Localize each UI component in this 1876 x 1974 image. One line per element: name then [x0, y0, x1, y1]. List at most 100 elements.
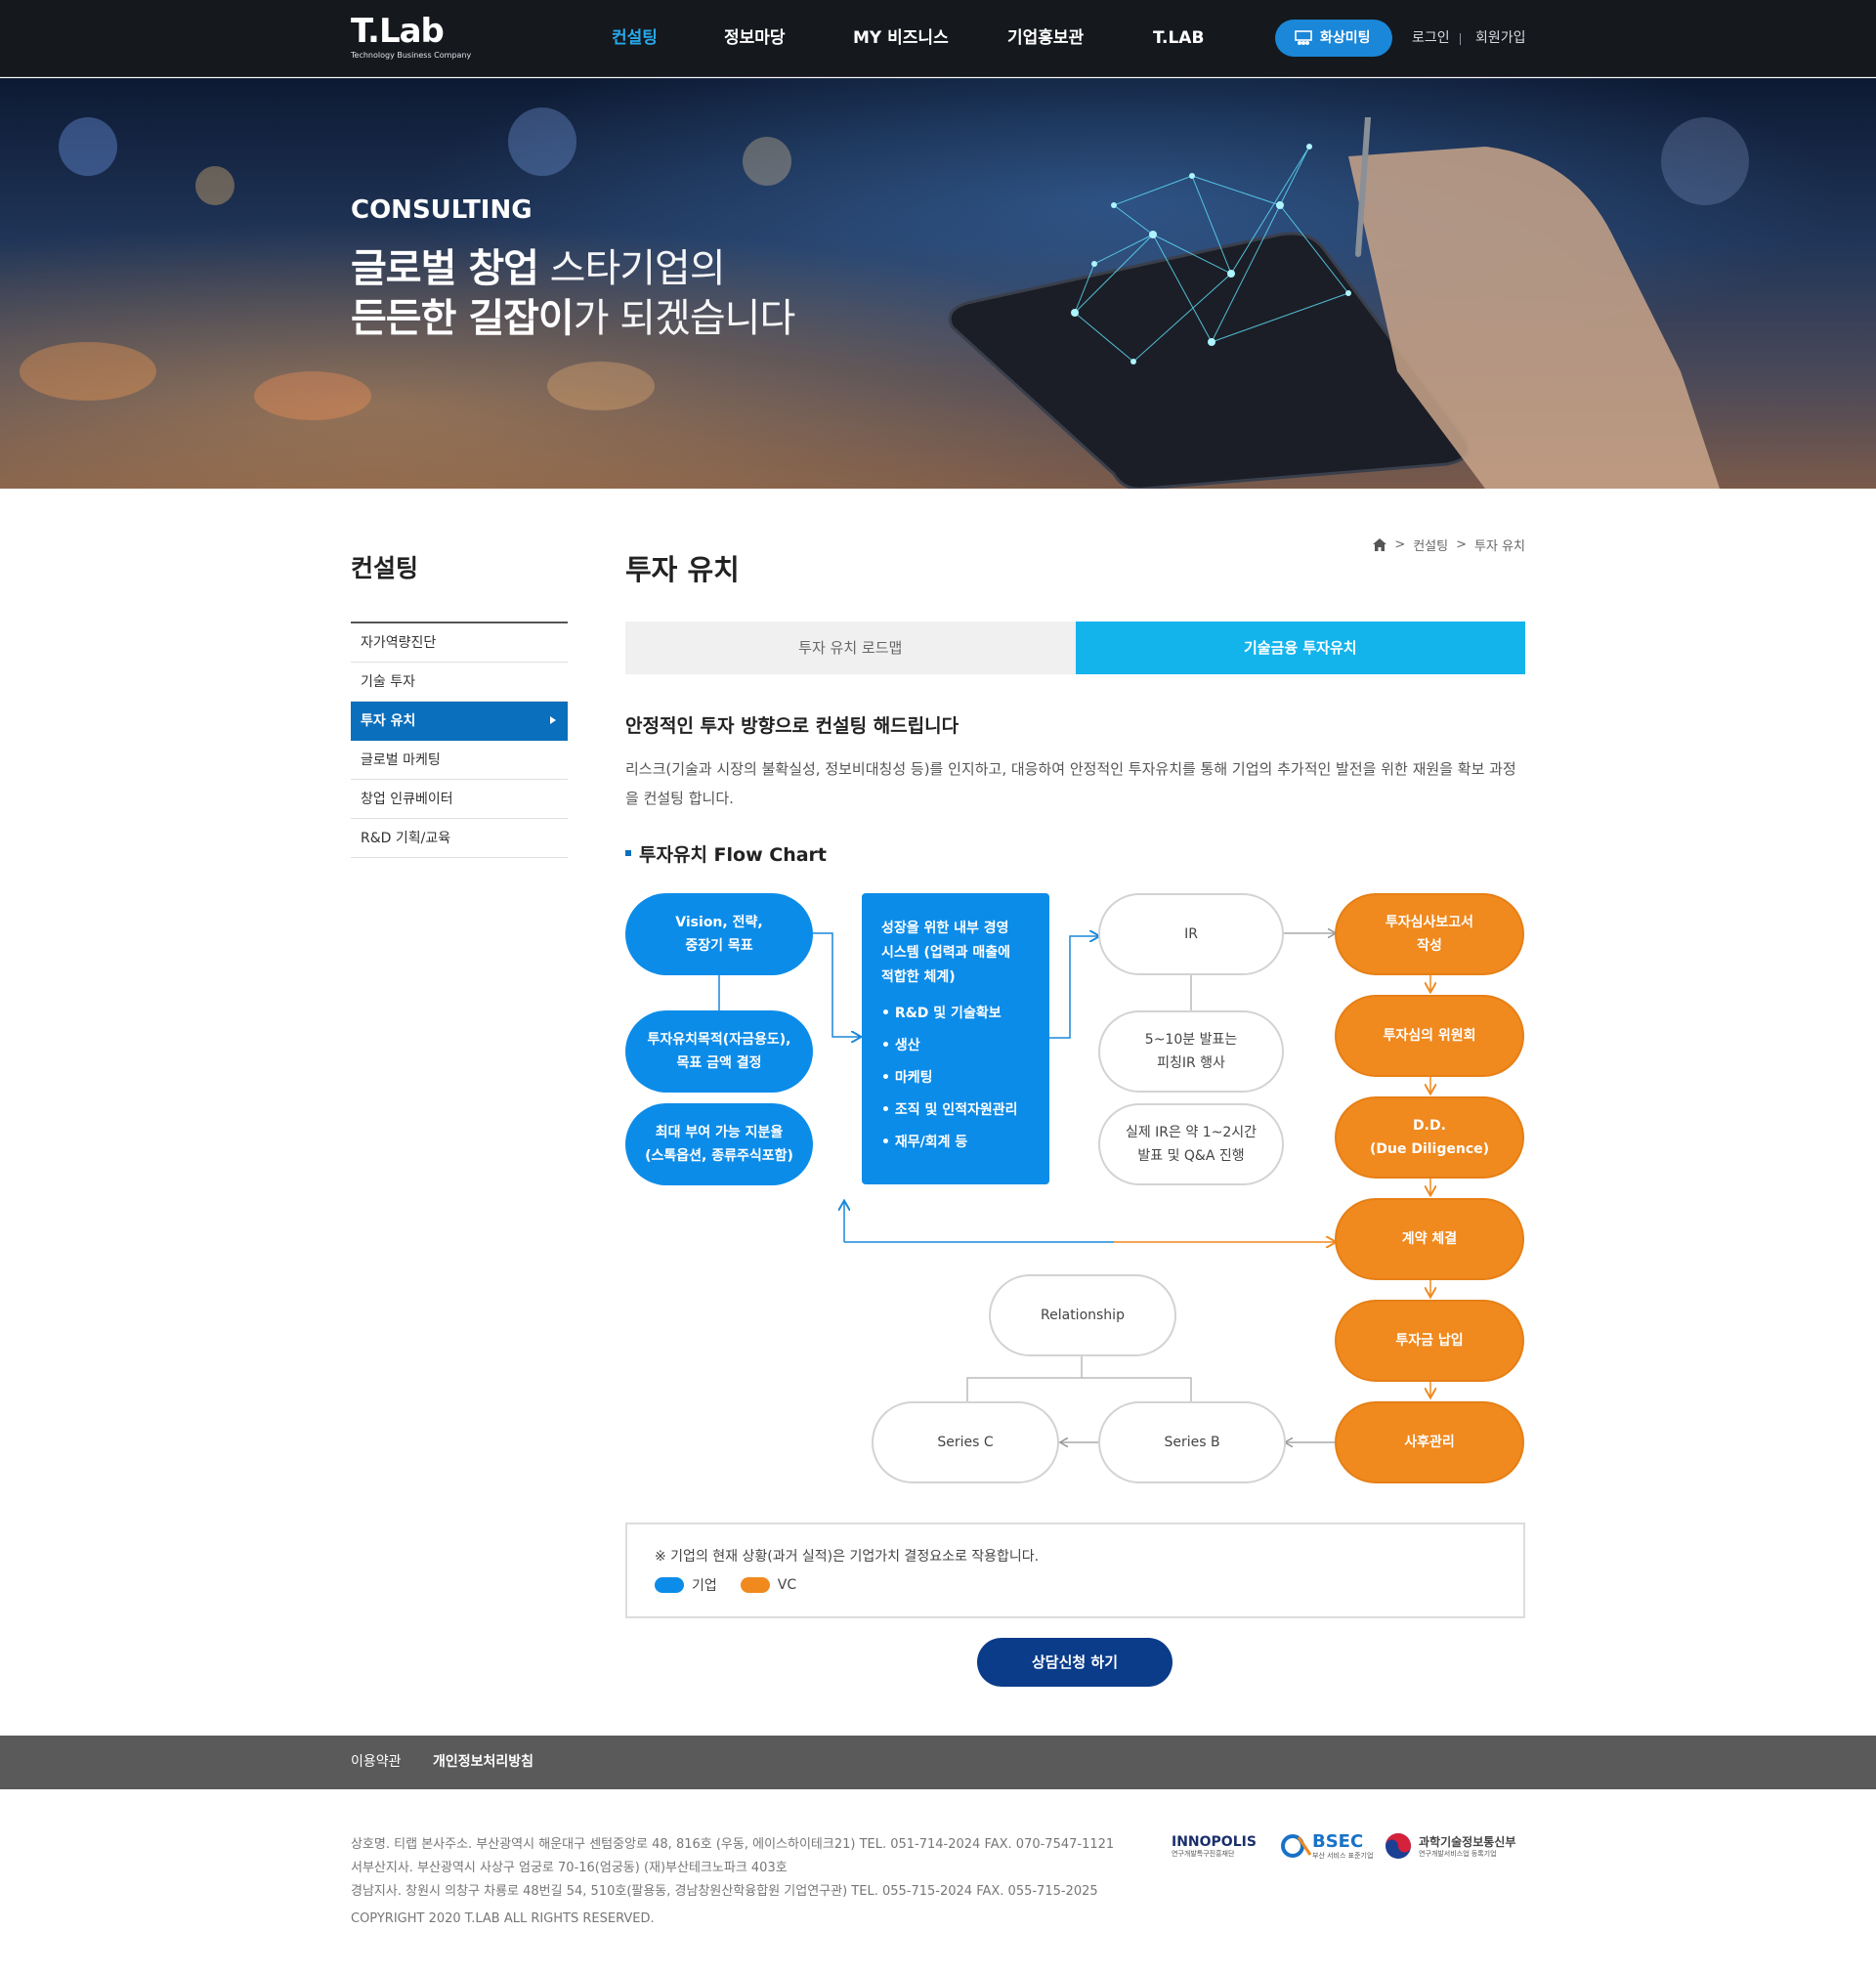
node-due-diligence: D.D. (Due Diligence): [1335, 1096, 1524, 1179]
hero-headline-1: 글로벌 창업 스타기업의: [351, 236, 726, 293]
bokeh-light: [59, 117, 117, 176]
video-meeting-label: 화상미팅: [1320, 30, 1371, 46]
node-max-share: 최대 부여 가능 지분율 (스톡옵션, 종류주식포함): [625, 1103, 813, 1185]
legend-vc-swatch: [740, 1577, 770, 1593]
node-management-system: 성장을 위한 내부 경영 시스템 (업력과 매출에 적합한 체계) • R&D …: [862, 893, 1049, 1184]
bsec-logo-text: BSEC: [1312, 1831, 1364, 1852]
node-text: 적합한 체계): [881, 969, 956, 985]
logo-text: T.Lab: [351, 12, 445, 51]
bullet-item: • 재무/회계 등: [881, 1135, 968, 1150]
node-text: 작성: [1417, 938, 1442, 954]
site-header: T.Lab Technology Business Company 컨설팅 정보…: [0, 0, 1876, 77]
bokeh-light: [547, 362, 655, 410]
node-after-care: 사후관리: [1335, 1401, 1524, 1483]
bullet-item: • 마케팅: [881, 1070, 933, 1086]
hero-headline-1-light: 스타기업의: [537, 246, 726, 291]
footer-copyright: COPYRIGHT 2020 T.LAB ALL RIGHTS RESERVED…: [351, 1911, 655, 1926]
bsec-logo[interactable]: BSEC 부산 서비스 표준기업: [1281, 1829, 1373, 1863]
node-text: D.D.: [1413, 1118, 1446, 1134]
sidebar-menu: 자가역량진단 기술 투자 투자 유치 글로벌 마케팅 창업 인큐베이터 R&D …: [351, 622, 568, 858]
breadcrumb-separator: >: [1456, 537, 1468, 552]
footer-gyeongnam-info: 경남지사. 창원시 의창구 차룡로 48번길 54, 510호(팔용동, 경남창…: [351, 1884, 1098, 1899]
login-link[interactable]: 로그인: [1412, 0, 1450, 77]
nav-consulting[interactable]: 컨설팅: [612, 0, 658, 77]
node-pitching-ir: 5~10분 발표는 피칭IR 행사: [1098, 1010, 1284, 1093]
page-title: 투자 유치: [625, 553, 740, 586]
innopolis-logo[interactable]: INNOPOLIS 연구개발특구진흥재단: [1172, 1829, 1257, 1863]
legend-box: ※ 기업의 현재 상황(과거 실적)은 기업가치 결정요소로 작용합니다. 기업…: [625, 1523, 1525, 1618]
node-relationship: Relationship: [989, 1274, 1176, 1356]
node-text: 실제 IR은 약 1~2시간: [1125, 1125, 1258, 1140]
footer-west-busan-info: 서부산지사. 부산광역시 사상구 엄궁로 70-16(엄궁동) (재)부산테크노…: [351, 1861, 788, 1875]
footer-hq-info: 상호명. 티랩 본사주소. 부산광역시 해운대구 센텀중앙로 48, 816호 …: [351, 1837, 1115, 1852]
video-meeting-button[interactable]: 화상미팅: [1275, 20, 1392, 57]
node-text: 투자심사보고서: [1385, 915, 1474, 930]
node-investment-purpose: 투자유치목적(자금용도), 목표 금액 결정: [625, 1010, 813, 1093]
bokeh-light: [195, 166, 234, 205]
legend-note: ※ 기업의 현재 상황(과거 실적)은 기업가치 결정요소로 작용합니다.: [655, 1549, 1040, 1565]
apply-consultation-button[interactable]: 상담신청 하기: [977, 1638, 1172, 1687]
node-real-ir: 실제 IR은 약 1~2시간발표 및 Q&A 진행: [1098, 1103, 1284, 1185]
node-vision: Vision, 전략, 중장기 목표: [625, 893, 813, 975]
util-divider: [1460, 33, 1461, 45]
bokeh-light: [743, 137, 791, 186]
legend-company-swatch: [655, 1577, 684, 1593]
node-text: 발표 및 Q&A 진행: [1137, 1148, 1245, 1164]
bullet-item: • 조직 및 인적자원관리: [881, 1102, 1018, 1118]
hero-headline-2-bold: 든든한 길잡이: [351, 296, 575, 341]
nav-my-business[interactable]: MY 비즈니스: [853, 0, 949, 77]
node-text: Vision, 전략,: [675, 915, 763, 930]
flowchart-title: 투자유치 Flow Chart: [625, 840, 827, 867]
privacy-link[interactable]: 개인정보처리방침: [433, 1736, 533, 1789]
node-payment: 투자금 납입: [1335, 1300, 1524, 1382]
footer-info: 상호명. 티랩 본사주소. 부산광역시 해운대구 센텀중앙로 48, 816호 …: [351, 1833, 1114, 1904]
node-text: (스톡옵션, 종류주식포함): [645, 1148, 793, 1164]
bokeh-light: [20, 342, 156, 401]
bokeh-light: [254, 371, 371, 420]
node-text: 시스템 (업력과 매출에: [881, 945, 1011, 961]
nav-tlab[interactable]: T.LAB: [1153, 0, 1204, 77]
hero-headline-2: 든든한 길잡이가 되겠습니다: [351, 286, 796, 343]
node-committee: 투자심의 위원회: [1335, 995, 1524, 1077]
sidebar-item-tech-investment[interactable]: 기술 투자: [351, 663, 568, 702]
node-text: 중장기 목표: [685, 938, 753, 954]
signup-link[interactable]: 회원가입: [1475, 0, 1526, 77]
sidebar-item-self-diagnosis[interactable]: 자가역량진단: [351, 623, 568, 663]
sidebar-item-incubator[interactable]: 창업 인큐베이터: [351, 780, 568, 819]
nav-info[interactable]: 정보마당: [724, 0, 786, 77]
node-text: 목표 금액 결정: [676, 1055, 762, 1071]
caret-right-icon: [550, 716, 556, 724]
logo-subtext: Technology Business Company: [351, 51, 472, 60]
sidebar-item-investment-attraction[interactable]: 투자 유치: [351, 702, 568, 741]
taegeuk-icon: [1386, 1833, 1411, 1859]
breadcrumb-separator: >: [1394, 537, 1406, 552]
innopolis-logo-text: INNOPOLIS: [1172, 1833, 1257, 1850]
legend-company-label: 기업: [692, 1578, 717, 1594]
hero-headline-2-light: 가 되겠습니다: [573, 296, 796, 341]
lead-heading: 안정적인 투자 방향으로 컨설팅 해드립니다: [625, 715, 959, 737]
msit-logo[interactable]: 과학기술정보통신부 연구개발서비스업 등록기업: [1384, 1829, 1515, 1863]
node-review-report: 투자심사보고서작성: [1335, 893, 1524, 975]
breadcrumb-consulting[interactable]: 컨설팅: [1413, 536, 1448, 554]
tab-investment-roadmap[interactable]: 투자 유치 로드맵: [625, 622, 1076, 674]
node-ir: IR: [1098, 893, 1284, 975]
bsec-mark-icon: [1281, 1834, 1312, 1858]
node-text: 투자유치목적(자금용도),: [647, 1032, 791, 1048]
home-icon[interactable]: [1373, 538, 1387, 551]
footer-bar: 이용약관 개인정보처리방침: [0, 1736, 1876, 1789]
nav-company-pr[interactable]: 기업홍보관: [1007, 0, 1084, 77]
bokeh-light: [508, 107, 576, 176]
bullet-item: • 생산: [881, 1038, 920, 1053]
node-series-c: Series C: [872, 1401, 1059, 1483]
innopolis-logo-subtext: 연구개발특구진흥재단: [1172, 1849, 1235, 1858]
node-text: 성장을 위한 내부 경영: [881, 921, 1009, 936]
tab-tech-finance[interactable]: 기술금융 투자유치: [1075, 622, 1525, 674]
hero-banner: CONSULTING 글로벌 창업 스타기업의 든든한 길잡이가 되겠습니다: [0, 78, 1876, 489]
terms-link[interactable]: 이용약관: [351, 1736, 402, 1789]
node-contract: 계약 체결: [1335, 1198, 1524, 1280]
site-logo[interactable]: T.Lab Technology Business Company: [351, 14, 471, 61]
sidebar-item-global-marketing[interactable]: 글로벌 마케팅: [351, 741, 568, 780]
node-text: 피칭IR 행사: [1157, 1055, 1225, 1071]
sidebar-item-rnd-planning[interactable]: R&D 기획/교육: [351, 819, 568, 858]
content-tabs: 투자 유치 로드맵 기술금융 투자유치: [625, 622, 1525, 674]
